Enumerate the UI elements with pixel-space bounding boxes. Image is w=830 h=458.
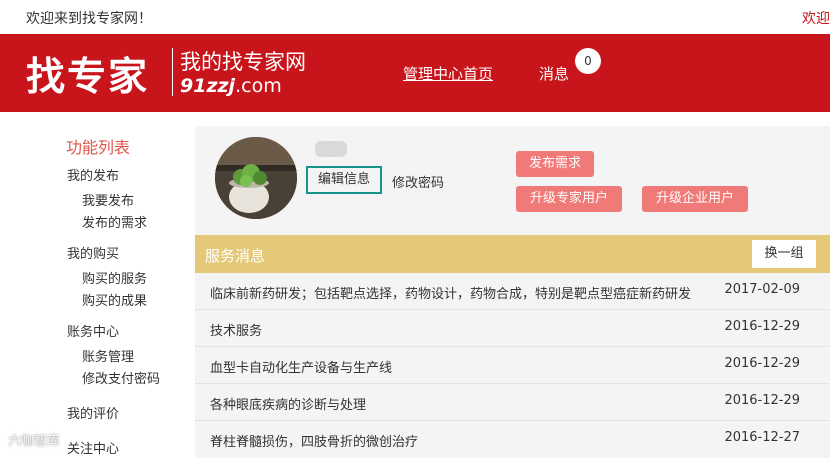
logo-subtitle: 我的找专家网 — [180, 50, 306, 74]
sidebar-item-account-management[interactable]: 账务管理 — [82, 346, 134, 365]
change-password-link[interactable]: 修改密码 — [392, 172, 444, 191]
sidebar-group-my-posts[interactable]: 我的发布 — [67, 165, 119, 184]
logo-divider — [172, 48, 173, 96]
logo-main-text[interactable]: 找专家 — [26, 46, 149, 102]
service-row-title[interactable]: 脊柱脊髓损伤，四肢骨折的微创治疗 — [210, 431, 730, 450]
service-row[interactable]: 技术服务 2016-12-29 — [195, 310, 830, 347]
avatar-plant-image — [215, 137, 297, 219]
welcome-text: 欢迎来到找专家网！ — [26, 11, 152, 27]
edit-info-button[interactable]: 编辑信息 — [306, 166, 382, 194]
service-row-date: 2016-12-29 — [724, 319, 800, 334]
top-right-link[interactable]: 欢迎 — [802, 8, 830, 28]
service-row-date: 2017-02-09 — [724, 282, 800, 297]
service-row[interactable]: 各种眼底疾病的诊断与处理 2016-12-29 — [195, 384, 830, 421]
sidebar-item-posted-demands[interactable]: 发布的需求 — [82, 212, 147, 231]
post-demand-button[interactable]: 发布需求 — [516, 151, 594, 177]
sidebar-item-change-pay-password[interactable]: 修改支付密码 — [82, 368, 160, 387]
service-row-title[interactable]: 血型卡自动化生产设备与生产线 — [210, 357, 730, 376]
sidebar-group-my-reviews[interactable]: 我的评价 — [67, 403, 119, 422]
service-messages-header — [195, 235, 830, 273]
service-row-date: 2016-12-29 — [724, 393, 800, 408]
sidebar-group-follow-center[interactable]: 关注中心 — [67, 438, 119, 457]
service-row[interactable]: 血型卡自动化生产设备与生产线 2016-12-29 — [195, 347, 830, 384]
nav-messages-link[interactable]: 消息 — [539, 63, 569, 84]
logo-domain-suffix: .com — [235, 75, 282, 97]
sidebar-title: 功能列表 — [66, 138, 131, 157]
upgrade-expert-button[interactable]: 升级专家用户 — [516, 186, 622, 212]
message-count-badge[interactable]: 0 — [575, 48, 601, 74]
service-row[interactable]: 临床前新药研发；包括靶点选择，药物设计，药物合成，特别是靶点型癌症新药研发 20… — [195, 273, 830, 310]
sidebar-group-my-purchases[interactable]: 我的购买 — [67, 243, 119, 262]
service-row-title[interactable]: 临床前新药研发；包括靶点选择，药物设计，药物合成，特别是靶点型癌症新药研发 — [210, 283, 730, 302]
nav-admin-home-link[interactable]: 管理中心首页 — [403, 63, 493, 84]
upgrade-enterprise-button[interactable]: 升级企业用户 — [642, 186, 748, 212]
logo-domain-prefix: 91zzj — [180, 75, 236, 97]
sidebar-item-post-new[interactable]: 我要发布 — [82, 190, 134, 209]
avatar[interactable] — [215, 137, 297, 219]
logo-domain: 91zzj.com — [180, 75, 282, 97]
service-row-date: 2016-12-27 — [724, 430, 800, 445]
sidebar-item-purchased-results[interactable]: 购买的成果 — [82, 290, 147, 309]
service-row-title[interactable]: 各种眼底疾病的诊断与处理 — [210, 394, 730, 413]
username-placeholder — [315, 141, 347, 157]
sidebar-item-purchased-services[interactable]: 购买的服务 — [82, 268, 147, 287]
service-row-title[interactable]: 技术服务 — [210, 320, 730, 339]
service-row[interactable]: 脊柱脊髓损伤，四肢骨折的微创治疗 2016-12-27 — [195, 421, 830, 458]
refresh-group-button[interactable]: 换一组 — [752, 240, 816, 268]
service-row-date: 2016-12-29 — [724, 356, 800, 371]
sidebar-group-finance[interactable]: 账务中心 — [67, 321, 119, 340]
service-messages-title: 服务消息 — [205, 247, 266, 265]
watermark: 六咖智库 — [8, 434, 61, 449]
